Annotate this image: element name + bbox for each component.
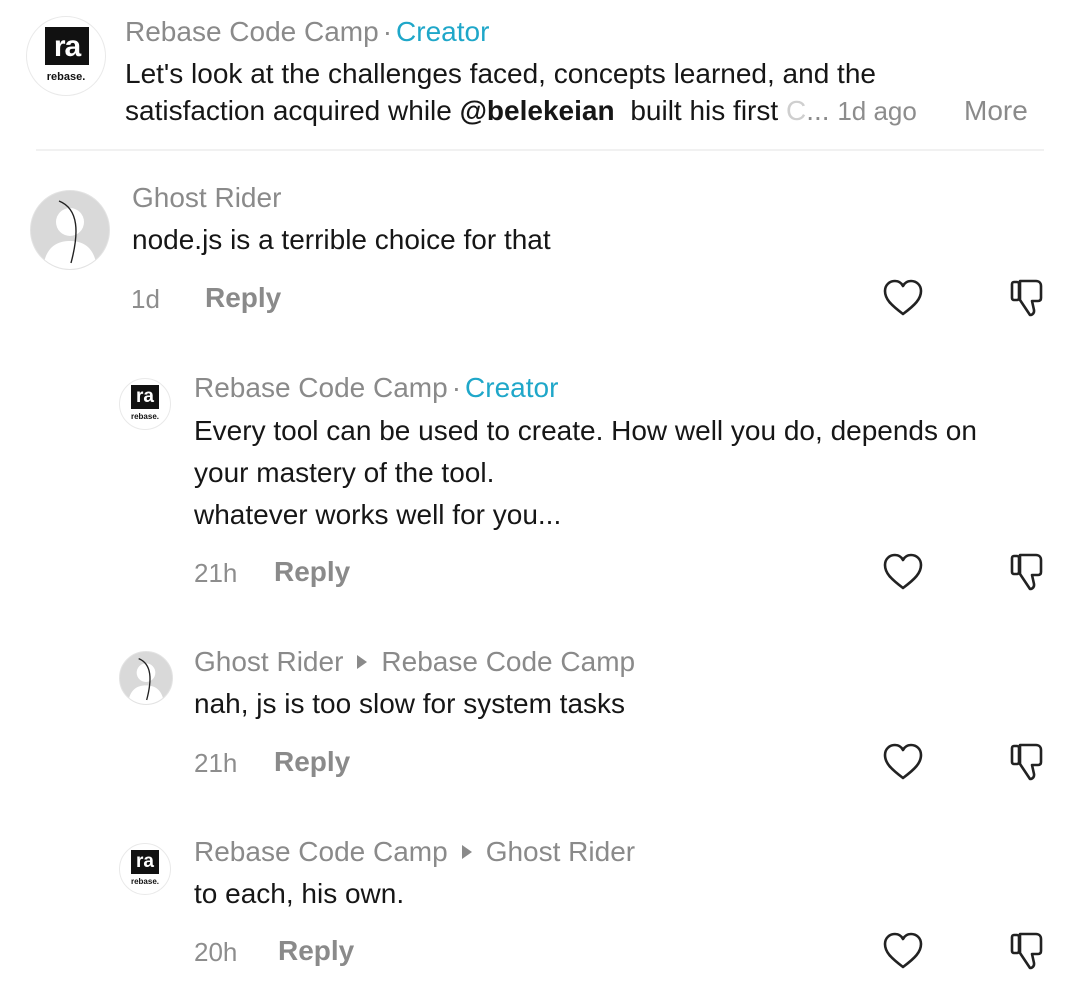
comment-time: 21h <box>194 558 238 588</box>
reply-button[interactable]: Reply <box>278 935 354 967</box>
comment-text: to each, his own. <box>194 878 405 909</box>
ghost-rider-avatar[interactable] <box>119 651 173 705</box>
comment-text: node.js is a terrible choice for that <box>132 224 551 255</box>
comment-time: 21h <box>194 748 238 778</box>
reply-arrow-icon <box>461 845 472 860</box>
heart-outline-icon[interactable] <box>881 276 925 320</box>
reply-arrow-icon <box>357 655 368 670</box>
rebase-logo-subtext: rebase. <box>130 412 160 421</box>
reply-button[interactable]: Reply <box>274 746 350 778</box>
comment-text-line-2: your mastery of the tool. <box>194 457 495 488</box>
caption-author-line: Rebase Code Camp · Creator <box>125 16 489 48</box>
comment-text-line-1: Every tool can be used to create. How we… <box>194 415 977 446</box>
caption-line-2: satisfaction acquired while @belekeian b… <box>125 90 917 132</box>
reply-to-user[interactable]: Ghost Rider <box>486 836 635 867</box>
mention-link[interactable]: @belekeian <box>460 95 615 126</box>
caption-line-2-text: satisfaction acquired while <box>125 95 460 126</box>
more-button[interactable]: More <box>964 95 1028 127</box>
separator-dot: · <box>382 16 393 47</box>
comment-author[interactable]: Rebase Code Camp <box>194 836 448 867</box>
thumbs-down-outline-icon[interactable] <box>1006 550 1050 594</box>
comment-author-line: Ghost Rider Rebase Code Camp <box>194 646 635 678</box>
comment-text: nah, js is too slow for system tasks <box>194 688 626 719</box>
caption-line-2-tail: built his first <box>630 95 779 126</box>
creator-avatar[interactable]: ra rebase. <box>119 843 171 895</box>
comment-author[interactable]: Ghost Rider <box>132 182 281 214</box>
rebase-logo-text: ra <box>136 851 154 872</box>
heart-outline-icon[interactable] <box>881 740 925 784</box>
heart-outline-icon[interactable] <box>881 550 925 594</box>
creator-avatar[interactable]: ra rebase. <box>119 378 171 430</box>
caption-line-1: Let's look at the challenges faced, conc… <box>125 58 876 89</box>
default-user-icon <box>43 200 97 269</box>
caption-author[interactable]: Rebase Code Camp <box>125 16 379 47</box>
ghost-rider-avatar[interactable] <box>30 190 110 270</box>
creator-avatar[interactable]: ra rebase. <box>26 16 106 96</box>
rebase-logo-text: ra <box>136 386 154 407</box>
reply-button[interactable]: Reply <box>205 282 281 314</box>
comment-time: 20h <box>194 937 238 967</box>
rebase-logo-subtext: rebase. <box>46 71 86 83</box>
reply-to-user[interactable]: Rebase Code Camp <box>381 646 635 677</box>
comment-author-line: Rebase Code Camp Ghost Rider <box>194 836 635 868</box>
thumbs-down-outline-icon[interactable] <box>1006 740 1050 784</box>
caption-time: 1d ago <box>837 96 917 126</box>
heart-outline-icon[interactable] <box>881 929 925 973</box>
separator-dot: · <box>451 372 462 403</box>
thumbs-down-outline-icon[interactable] <box>1006 929 1050 973</box>
comment-author[interactable]: Rebase Code Camp <box>194 372 448 403</box>
default-user-icon <box>128 658 164 704</box>
creator-badge: Creator <box>396 16 490 47</box>
caption-divider <box>36 149 1044 151</box>
comment-author-line: Rebase Code Camp · Creator <box>194 372 558 404</box>
thumbs-down-outline-icon[interactable] <box>1006 276 1050 320</box>
caption-ellipsis: ... <box>806 95 830 126</box>
rebase-logo-text: ra <box>53 30 81 63</box>
rebase-logo-subtext: rebase. <box>130 877 160 886</box>
creator-badge: Creator <box>465 372 559 403</box>
comment-time: 1d <box>131 284 160 314</box>
comment-author[interactable]: Ghost Rider <box>194 646 343 677</box>
reply-button[interactable]: Reply <box>274 556 350 588</box>
caption-faded-text: C <box>785 95 807 126</box>
comment-text-line-3: whatever works well for you... <box>194 499 562 530</box>
